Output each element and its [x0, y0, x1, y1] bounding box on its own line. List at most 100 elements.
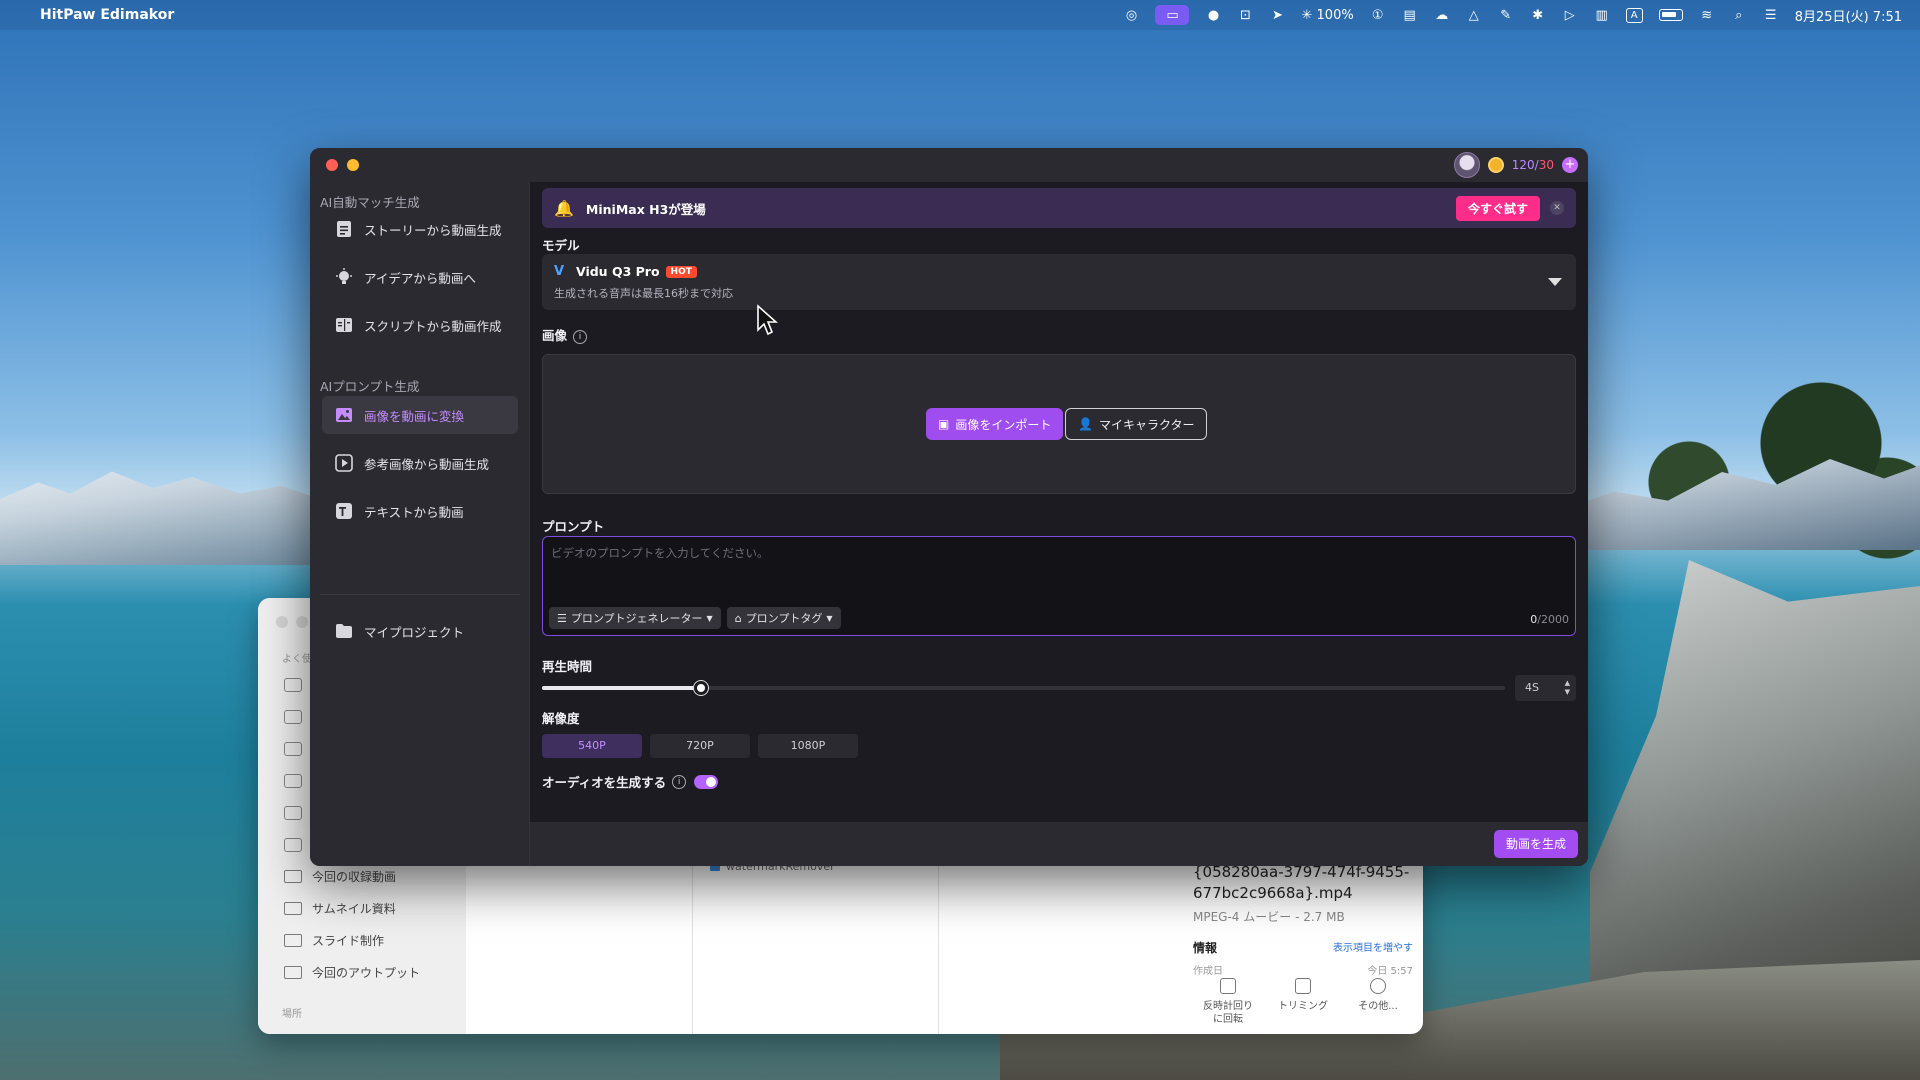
- audio-setting: オーディオを生成する i: [542, 772, 719, 791]
- control-center-icon[interactable]: ☰: [1763, 8, 1779, 23]
- cloud-icon[interactable]: ☁: [1434, 8, 1450, 23]
- folder-icon[interactable]: [284, 742, 302, 756]
- search-icon[interactable]: ⌕: [1731, 8, 1747, 23]
- sidebar-item-story-to-video[interactable]: ストーリーから動画生成: [322, 210, 518, 248]
- screen-record-icon[interactable]: ▭: [1155, 5, 1190, 25]
- bell-icon: 🔔: [554, 198, 574, 218]
- status-area: ◎ ▭ ● ⊡ ➤ ✳ 100% ① ▤ ☁ △ ✎ ✱ ▷ ▥ A ≋ ⌕ ☰…: [1123, 5, 1902, 25]
- minimize-window-icon[interactable]: [347, 159, 359, 171]
- prompt-input[interactable]: ビデオのプロンプトを入力してください。 ☰ プロンプトジェネレーター ▼ ⌂ プロンプ…: [542, 536, 1576, 636]
- disk-icon[interactable]: [284, 838, 302, 852]
- input-source-icon[interactable]: A: [1625, 7, 1643, 23]
- sun-icon: ✳: [1301, 7, 1313, 23]
- sidebar-item-my-projects[interactable]: マイプロジェクト: [322, 612, 518, 650]
- finder-quick-actions: 反時計回り に回転 トリミング その他...: [1193, 978, 1413, 1026]
- line-icon[interactable]: ●: [1205, 8, 1221, 23]
- resolution-720p[interactable]: 720P: [650, 734, 750, 758]
- prompt-tools: ☰ プロンプトジェネレーター ▼ ⌂ プロンプトタグ ▼: [549, 607, 841, 629]
- prompt-label: プロンプト: [542, 519, 605, 534]
- try-now-button[interactable]: 今すぐ試す: [1455, 195, 1540, 221]
- clock[interactable]: 8月25日(火) 7:51: [1795, 6, 1902, 25]
- vpn-icon[interactable]: ✎: [1498, 8, 1514, 23]
- account-area: 120/30 +: [1453, 152, 1578, 178]
- image-add-icon: ▣: [938, 417, 950, 431]
- file-name: {058280aa-3797-474f-9455-677bc2c9668a}.m…: [1193, 863, 1410, 902]
- info-icon[interactable]: i: [672, 774, 687, 789]
- documents-icon[interactable]: [284, 774, 302, 788]
- generate-video-button[interactable]: 動画を生成: [1493, 830, 1578, 858]
- sidebar: AI自動マッチ生成 ストーリーから動画生成 アイデアから動画へ スクリプトから動…: [310, 182, 530, 866]
- applications-icon[interactable]: [284, 678, 302, 692]
- split-view-icon[interactable]: ▥: [1594, 8, 1610, 23]
- brightness-indicator[interactable]: ✳ 100%: [1301, 8, 1353, 23]
- resolution-options: 540P 720P 1080P: [542, 734, 858, 758]
- sidebar-item-image-to-video[interactable]: 画像を動画に変換: [322, 396, 518, 434]
- info-row: 作成日 今日 5:57: [1193, 966, 1413, 977]
- my-character-button[interactable]: 👤 マイキャラクター: [1065, 408, 1208, 440]
- resolution-540p[interactable]: 540P: [542, 734, 642, 758]
- drive-icon[interactable]: [284, 710, 302, 724]
- slider-handle[interactable]: [693, 681, 708, 695]
- sidebar-item-script-to-video[interactable]: スクリプトから動画作成: [322, 306, 518, 344]
- app-window: 120/30 + AI自動マッチ生成 ストーリーから動画生成 アイデアから動画へ…: [310, 148, 1588, 866]
- finder-close-icon[interactable]: [276, 616, 288, 628]
- audio-toggle[interactable]: [694, 774, 719, 789]
- reference-video-icon: [334, 453, 354, 473]
- arrow-app-icon[interactable]: ➤: [1269, 8, 1285, 23]
- finder-sidebar-label: よく使: [282, 654, 312, 665]
- duration-slider[interactable]: [542, 681, 1505, 695]
- chevron-down-icon: ▼: [706, 613, 713, 623]
- prompt-generator-button[interactable]: ☰ プロンプトジェネレーター ▼: [549, 607, 721, 629]
- app-menu-name[interactable]: HitPaw Edimakor: [40, 7, 174, 23]
- prompt-tag-button[interactable]: ⌂ プロンプトタグ ▼: [726, 607, 841, 629]
- info-header: 情報 表示項目を増やす: [1193, 939, 1413, 956]
- display-icon[interactable]: ▤: [1402, 8, 1418, 23]
- add-credits-button[interactable]: +: [1562, 157, 1578, 173]
- text-icon: [334, 501, 354, 521]
- tag-icon: ⌂: [734, 611, 742, 625]
- rotate-icon: [1220, 978, 1236, 994]
- downloads-icon[interactable]: [284, 806, 302, 820]
- import-image-button[interactable]: ▣ 画像をインポート: [926, 408, 1064, 440]
- close-window-icon[interactable]: [326, 159, 338, 171]
- drive-icon[interactable]: △: [1466, 8, 1482, 23]
- battery-icon[interactable]: [1658, 9, 1683, 21]
- credits-counter: 120/30: [1511, 158, 1554, 172]
- finder-folder-item[interactable]: サムネイル資料: [284, 900, 396, 917]
- sidebar-item-idea-to-video[interactable]: アイデアから動画へ: [322, 258, 518, 296]
- show-more-link[interactable]: 表示項目を増やす: [1333, 939, 1413, 956]
- duration-value-input[interactable]: 4S ▲ ▼: [1515, 675, 1576, 701]
- finder-folder-item[interactable]: 今回の収録動画: [284, 868, 396, 885]
- finder-folder-item[interactable]: 今回のアウトプット: [284, 964, 420, 981]
- onepassword-icon[interactable]: ①: [1370, 8, 1386, 23]
- mouse-cursor-icon: [757, 304, 778, 336]
- more-actions-button[interactable]: その他...: [1343, 978, 1413, 1026]
- finder-folder-item[interactable]: スライド制作: [284, 932, 384, 949]
- play-icon[interactable]: ▷: [1562, 8, 1578, 23]
- model-select[interactable]: V Vidu Q3 Pro HOT 生成される音声は最長16秒まで対応: [542, 254, 1576, 310]
- image-upload-area[interactable]: ▣ 画像をインポート 👤 マイキャラクター: [542, 354, 1576, 494]
- rotate-left-button[interactable]: 反時計回り に回転: [1193, 978, 1263, 1026]
- model-description: 生成される音声は最長16秒まで対応: [554, 287, 733, 300]
- finder-minimize-icon[interactable]: [296, 616, 308, 628]
- titlebar: 120/30 +: [310, 148, 1588, 182]
- trim-button[interactable]: トリミング: [1268, 978, 1338, 1026]
- sidebar-item-text-to-video[interactable]: テキストから動画: [322, 492, 518, 530]
- bluetooth-icon[interactable]: ✱: [1530, 8, 1546, 23]
- footer-bar: 動画を生成: [530, 822, 1588, 866]
- info-icon[interactable]: i: [573, 329, 588, 344]
- capture-icon[interactable]: ⊡: [1237, 8, 1253, 23]
- menubar: HitPaw Edimakor ◎ ▭ ● ⊡ ➤ ✳ 100% ① ▤ ☁ △…: [0, 0, 1920, 30]
- close-banner-icon[interactable]: ✕: [1550, 201, 1564, 215]
- folder-icon: [284, 902, 302, 915]
- finder-traffic-lights: [276, 616, 308, 628]
- avatar[interactable]: [1453, 152, 1480, 178]
- chevron-down-icon[interactable]: [1548, 278, 1562, 286]
- resolution-1080p[interactable]: 1080P: [758, 734, 858, 758]
- screenshot-icon[interactable]: ◎: [1123, 8, 1139, 23]
- stepper-icon[interactable]: ▲ ▼: [1565, 679, 1570, 697]
- image-label: 画像 i: [542, 325, 588, 344]
- sidebar-item-reference-to-video[interactable]: 参考画像から動画生成: [322, 444, 518, 482]
- wifi-icon[interactable]: ≋: [1699, 8, 1715, 23]
- resolution-label: 解像度: [542, 711, 580, 726]
